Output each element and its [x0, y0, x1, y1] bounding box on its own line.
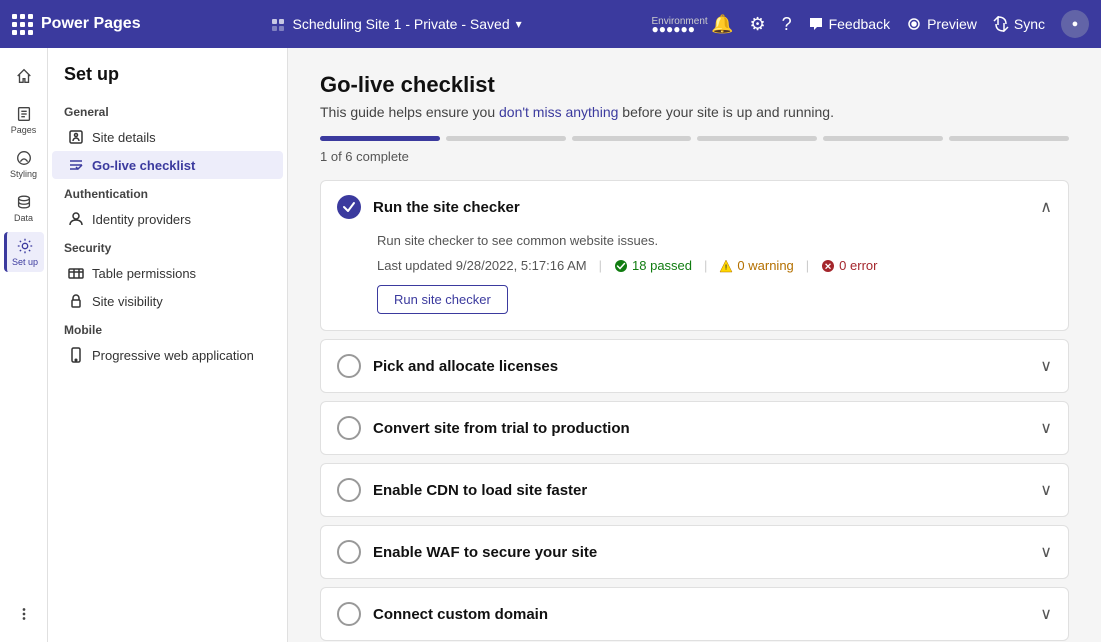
sidebar-item-table-permissions[interactable]: Table permissions — [52, 259, 283, 287]
sidebar-label-pwa: Progressive web application — [92, 348, 254, 363]
progress-label: 1 of 6 complete — [320, 149, 1069, 164]
progress-seg-2 — [446, 136, 566, 141]
sidebar-item-site-visibility[interactable]: Site visibility — [52, 287, 283, 315]
progress-seg-1 — [320, 136, 440, 141]
sidebar-section-security: Security — [48, 233, 287, 259]
sidebar-section-general: General — [48, 97, 287, 123]
rail-item-home[interactable] — [4, 56, 44, 96]
sidebar-label-go-live: Go-live checklist — [92, 158, 195, 173]
progress-seg-3 — [572, 136, 692, 141]
checklist-header-licenses[interactable]: Pick and allocate licenses ∨ — [321, 340, 1068, 392]
sidebar-item-site-details[interactable]: Site details — [52, 123, 283, 151]
checklist-header-site-checker[interactable]: Run the site checker ∧ — [321, 181, 1068, 233]
chevron-down-licenses: ∨ — [1040, 356, 1052, 376]
circle-empty-waf — [337, 540, 361, 564]
site-checker-expanded: Run site checker to see common website i… — [321, 233, 1068, 330]
circle-empty-licenses — [337, 354, 361, 378]
sidebar: Set up General Site details Go-live chec… — [48, 48, 288, 642]
site-info-chevron[interactable]: ▾ — [516, 17, 522, 31]
sync-button[interactable]: Sync — [993, 16, 1045, 32]
checklist-item-cdn: Enable CDN to load site faster ∨ — [320, 463, 1069, 517]
status-passed: 18 passed — [614, 258, 692, 273]
progress-seg-5 — [823, 136, 943, 141]
icon-rail: Pages Styling Data Set up — [0, 48, 48, 642]
checklist-title-domain: Connect custom domain — [373, 606, 1028, 623]
checklist-title-cdn: Enable CDN to load site faster — [373, 482, 1028, 499]
status-error: ✕ 0 error — [821, 258, 877, 273]
rail-more[interactable] — [4, 594, 44, 634]
checklist: Run the site checker ∧ Run site checker … — [320, 180, 1069, 641]
checker-status-row: Last updated 9/28/2022, 5:17:16 AM | 18 … — [377, 258, 1052, 273]
top-navigation: Power Pages Scheduling Site 1 - Private … — [0, 0, 1101, 48]
rail-item-data[interactable]: Data — [4, 188, 44, 228]
user-avatar[interactable]: ● — [1061, 10, 1089, 38]
svg-text:✕: ✕ — [824, 261, 832, 271]
status-warning: ! 0 warning — [719, 258, 793, 273]
sidebar-item-identity-providers[interactable]: Identity providers — [52, 205, 283, 233]
sidebar-section-auth: Authentication — [48, 179, 287, 205]
svg-text:!: ! — [725, 264, 727, 271]
sidebar-label-site-details: Site details — [92, 130, 156, 145]
waffle-menu[interactable] — [12, 14, 41, 35]
sidebar-title: Set up — [48, 64, 287, 97]
chevron-down-convert: ∨ — [1040, 418, 1052, 438]
settings-button[interactable]: ⚙ — [749, 14, 765, 35]
preview-button[interactable]: Preview — [906, 16, 977, 32]
progress-seg-6 — [949, 136, 1069, 141]
sidebar-label-table-perms: Table permissions — [92, 266, 196, 281]
checklist-header-cdn[interactable]: Enable CDN to load site faster ∨ — [321, 464, 1068, 516]
sidebar-label-site-visibility: Site visibility — [92, 294, 163, 309]
main-content: Go-live checklist This guide helps ensur… — [288, 48, 1101, 642]
sidebar-section-mobile: Mobile — [48, 315, 287, 341]
rail-styling-label: Styling — [10, 169, 37, 179]
checklist-header-domain[interactable]: Connect custom domain ∨ — [321, 588, 1068, 640]
progress-bar — [320, 136, 1069, 141]
chevron-down-cdn: ∨ — [1040, 480, 1052, 500]
checklist-header-convert[interactable]: Convert site from trial to production ∨ — [321, 402, 1068, 454]
rail-pages-label: Pages — [11, 125, 37, 135]
page-subtitle: This guide helps ensure you don't miss a… — [320, 104, 1069, 120]
rail-data-label: Data — [14, 213, 33, 223]
run-site-checker-button[interactable]: Run site checker — [377, 285, 508, 314]
sidebar-item-go-live-checklist[interactable]: Go-live checklist — [52, 151, 283, 179]
chevron-down-domain: ∨ — [1040, 604, 1052, 624]
chevron-down-waf: ∨ — [1040, 542, 1052, 562]
sidebar-item-pwa[interactable]: Progressive web application — [52, 341, 283, 369]
environment-selector[interactable]: Environment ●●●●●● — [652, 12, 696, 36]
checklist-header-waf[interactable]: Enable WAF to secure your site ∨ — [321, 526, 1068, 578]
site-info-text: Scheduling Site 1 - Private - Saved — [292, 16, 509, 32]
subtitle-link[interactable]: don't miss anything — [499, 104, 618, 120]
checklist-item-domain: Connect custom domain ∨ — [320, 587, 1069, 641]
rail-item-setup[interactable]: Set up — [4, 232, 44, 272]
site-info[interactable]: Scheduling Site 1 - Private - Saved ▾ — [270, 16, 521, 32]
checklist-title-convert: Convert site from trial to production — [373, 420, 1028, 437]
sidebar-label-identity: Identity providers — [92, 212, 191, 227]
progress-seg-4 — [697, 136, 817, 141]
rail-item-styling[interactable]: Styling — [4, 144, 44, 184]
checklist-item-licenses: Pick and allocate licenses ∨ — [320, 339, 1069, 393]
chevron-up-icon: ∧ — [1040, 197, 1052, 217]
site-checker-desc: Run site checker to see common website i… — [377, 233, 1052, 248]
circle-empty-domain — [337, 602, 361, 626]
rail-item-pages[interactable]: Pages — [4, 100, 44, 140]
checklist-title-licenses: Pick and allocate licenses — [373, 358, 1028, 375]
app-logo: Power Pages — [41, 15, 141, 33]
rail-setup-label: Set up — [12, 257, 38, 267]
checklist-title-site-checker: Run the site checker — [373, 199, 1028, 216]
feedback-button[interactable]: Feedback — [808, 16, 890, 32]
help-button[interactable]: ? — [782, 14, 792, 35]
page-title: Go-live checklist — [320, 72, 1069, 98]
checklist-item-waf: Enable WAF to secure your site ∨ — [320, 525, 1069, 579]
notification-bell[interactable]: 🔔 — [711, 14, 733, 35]
checklist-item-site-checker: Run the site checker ∧ Run site checker … — [320, 180, 1069, 331]
circle-empty-convert — [337, 416, 361, 440]
check-icon-site-checker — [337, 195, 361, 219]
checklist-title-waf: Enable WAF to secure your site — [373, 544, 1028, 561]
last-updated-text: Last updated 9/28/2022, 5:17:16 AM — [377, 258, 587, 273]
checklist-item-convert: Convert site from trial to production ∨ — [320, 401, 1069, 455]
circle-empty-cdn — [337, 478, 361, 502]
